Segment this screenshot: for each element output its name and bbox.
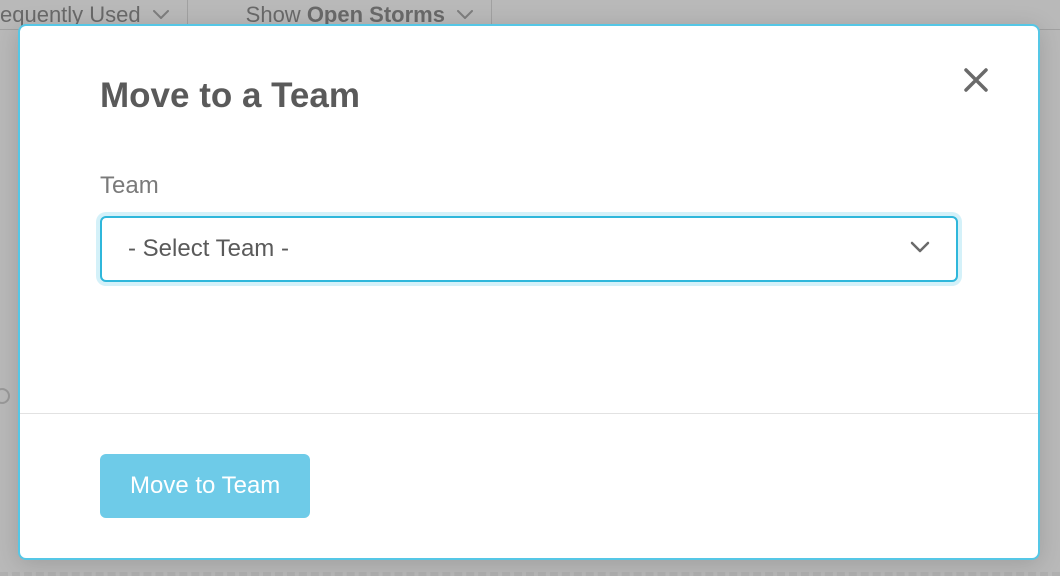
modal-body: Move to a Team Team - Select Team - (20, 26, 1038, 413)
modal-title: Move to a Team (100, 76, 958, 116)
modal-footer: Move to Team (20, 413, 1038, 558)
background-dashed-line (0, 572, 1060, 576)
team-select[interactable]: - Select Team - (100, 216, 958, 282)
move-to-team-button[interactable]: Move to Team (100, 454, 310, 518)
chevron-down-icon (910, 240, 930, 258)
move-to-team-modal: Move to a Team Team - Select Team - Move… (18, 24, 1040, 560)
team-field-label: Team (100, 172, 958, 200)
close-button[interactable] (962, 66, 990, 94)
team-select-value: - Select Team - (128, 235, 910, 263)
close-icon (962, 66, 990, 94)
